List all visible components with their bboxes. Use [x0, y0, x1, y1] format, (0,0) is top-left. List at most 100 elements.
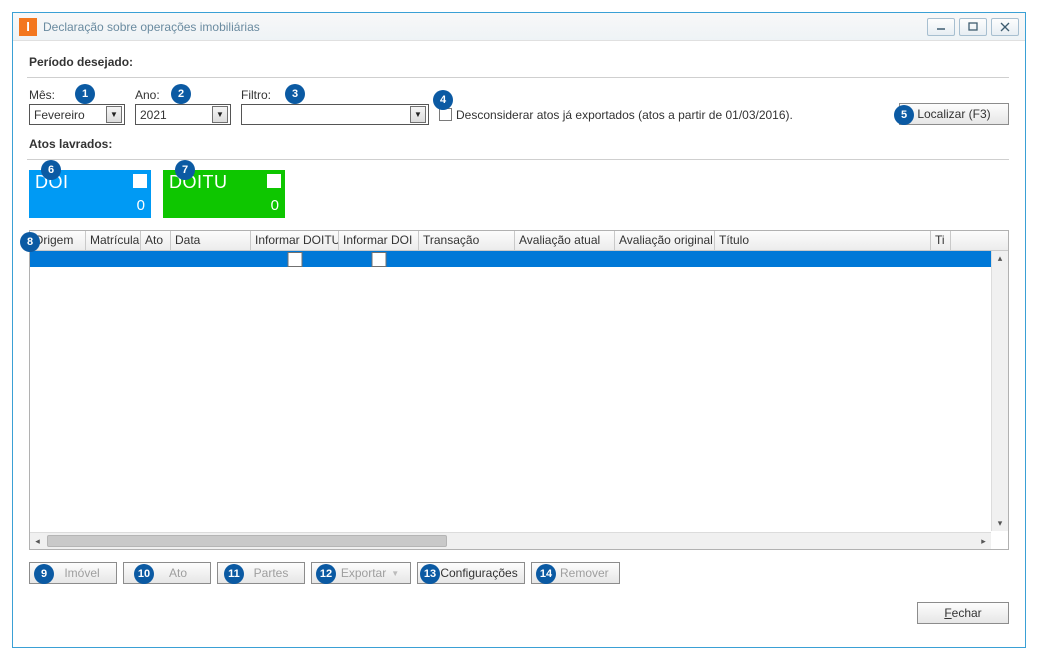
scroll-down-icon[interactable]: ▾ [993, 516, 1008, 531]
filtro-field: Filtro: ▼ 3 [241, 88, 429, 125]
localizar-button[interactable]: Localizar (F3) 5 [899, 103, 1009, 125]
selected-row[interactable] [30, 251, 1008, 267]
atos-rule [27, 159, 1009, 160]
chevron-down-icon: ▼ [212, 106, 228, 123]
fechar-label: Fechar [944, 606, 981, 620]
ano-field: Ano: 2021 ▼ 2 [135, 88, 231, 125]
chevron-down-icon: ▼ [106, 106, 122, 123]
doitu-card[interactable]: DOITU 0 7 [163, 170, 285, 218]
doitu-count: 0 [271, 197, 279, 214]
selected-cell [86, 251, 141, 267]
maximize-icon [968, 22, 978, 32]
remover-label: Remover [560, 566, 609, 580]
selected-cell [931, 251, 951, 267]
ato-label: Ato [169, 566, 187, 580]
content-area: Período desejado: Mês: Fevereiro ▼ 1 Ano… [13, 41, 1025, 647]
selected-cell [30, 251, 86, 267]
period-row: Mês: Fevereiro ▼ 1 Ano: 2021 ▼ 2 Filtro: [29, 88, 1009, 125]
exportar-label: Exportar [341, 566, 386, 580]
selected-cell [171, 251, 251, 267]
chevron-down-icon: ▼ [410, 106, 426, 123]
disregard-field: Desconsiderar atos já exportados (atos a… [439, 104, 889, 125]
vertical-scrollbar[interactable]: ▴ ▾ [991, 251, 1008, 531]
localizar-label: Localizar (F3) [917, 107, 990, 121]
hint-12: 12 [316, 564, 336, 584]
scroll-left-icon[interactable]: ◂ [30, 534, 45, 549]
disregard-row[interactable]: Desconsiderar atos já exportados (atos a… [439, 104, 889, 125]
app-icon: I [19, 18, 37, 36]
column-header[interactable]: Informar DOITU [251, 231, 339, 250]
minimize-button[interactable] [927, 18, 955, 36]
column-header[interactable]: Informar DOI [339, 231, 419, 250]
column-header[interactable]: Título [715, 231, 931, 250]
minimize-icon [936, 22, 946, 32]
window-title: Declaração sobre operações imobiliárias [43, 20, 927, 34]
hint-14: 14 [536, 564, 556, 584]
grid-header: OrigemMatrículaAtoDataInformar DOITUInfo… [30, 231, 1008, 251]
hint-10: 10 [134, 564, 154, 584]
close-icon [1000, 22, 1010, 32]
filtro-combo[interactable]: ▼ [241, 104, 429, 125]
footer: Fechar [29, 602, 1009, 624]
hint-7: 7 [175, 160, 195, 180]
hint-5: 5 [894, 105, 914, 125]
grid[interactable]: 8 OrigemMatrículaAtoDataInformar DOITUIn… [29, 230, 1009, 550]
ano-value: 2021 [140, 108, 212, 122]
doitu-checkbox[interactable] [267, 174, 281, 188]
hint-11: 11 [224, 564, 244, 584]
selected-cell [251, 251, 339, 267]
doi-card[interactable]: DOI 0 6 [29, 170, 151, 218]
column-header[interactable]: Ato [141, 231, 171, 250]
sort-asc-icon: ▲ [945, 233, 951, 247]
remover-button[interactable]: 14 Remover [531, 562, 620, 584]
hint-8: 8 [20, 232, 40, 252]
close-button[interactable] [991, 18, 1019, 36]
imovel-label: Imóvel [64, 566, 99, 580]
doi-checkbox[interactable] [133, 174, 147, 188]
exportar-button[interactable]: 12 Exportar ▼ [311, 562, 411, 584]
mes-combo[interactable]: Fevereiro ▼ [29, 104, 125, 125]
config-label: Configurações [440, 566, 517, 580]
hint-1: 1 [75, 84, 95, 104]
hint-4: 4 [433, 90, 453, 110]
grid-body [30, 251, 1008, 532]
maximize-button[interactable] [959, 18, 987, 36]
selected-cell [715, 251, 931, 267]
scroll-thumb[interactable] [47, 535, 447, 547]
ano-combo[interactable]: 2021 ▼ [135, 104, 231, 125]
hint-13: 13 [420, 564, 440, 584]
column-header[interactable]: Data [171, 231, 251, 250]
partes-button[interactable]: 11 Partes [217, 562, 305, 584]
window-controls [927, 18, 1019, 36]
hint-9: 9 [34, 564, 54, 584]
partes-label: Partes [254, 566, 289, 580]
column-header[interactable]: Avaliação original [615, 231, 715, 250]
ato-button[interactable]: 10 Ato [123, 562, 211, 584]
main-window: I Declaração sobre operações imobiliária… [12, 12, 1026, 648]
column-header[interactable]: Avaliação atual [515, 231, 615, 250]
cards-row: DOI 0 6 DOITU 0 7 [29, 170, 1009, 218]
period-rule [27, 77, 1009, 78]
scroll-right-icon[interactable]: ▸ [976, 534, 991, 549]
column-header[interactable]: Ti ▲ [931, 231, 951, 250]
selected-cell [515, 251, 615, 267]
config-button[interactable]: 13 Configurações [417, 562, 525, 584]
scroll-up-icon[interactable]: ▴ [993, 251, 1008, 266]
hint-6: 6 [41, 160, 61, 180]
selected-cell [339, 251, 419, 267]
selected-cell [615, 251, 715, 267]
mes-value: Fevereiro [34, 108, 106, 122]
column-header[interactable]: Transação [419, 231, 515, 250]
column-header[interactable]: Matrícula [86, 231, 141, 250]
fechar-button[interactable]: Fechar [917, 602, 1009, 624]
doi-count: 0 [137, 197, 145, 214]
horizontal-scrollbar[interactable]: ◂ ▸ [30, 532, 991, 549]
mes-field: Mês: Fevereiro ▼ 1 [29, 88, 125, 125]
localizar-field: Localizar (F3) 5 [899, 103, 1009, 125]
atos-group-title: Atos lavrados: [29, 137, 1009, 151]
selected-cell [419, 251, 515, 267]
imovel-button[interactable]: 9 Imóvel [29, 562, 117, 584]
hint-2: 2 [171, 84, 191, 104]
hint-3: 3 [285, 84, 305, 104]
filtro-label: Filtro: [241, 88, 429, 102]
